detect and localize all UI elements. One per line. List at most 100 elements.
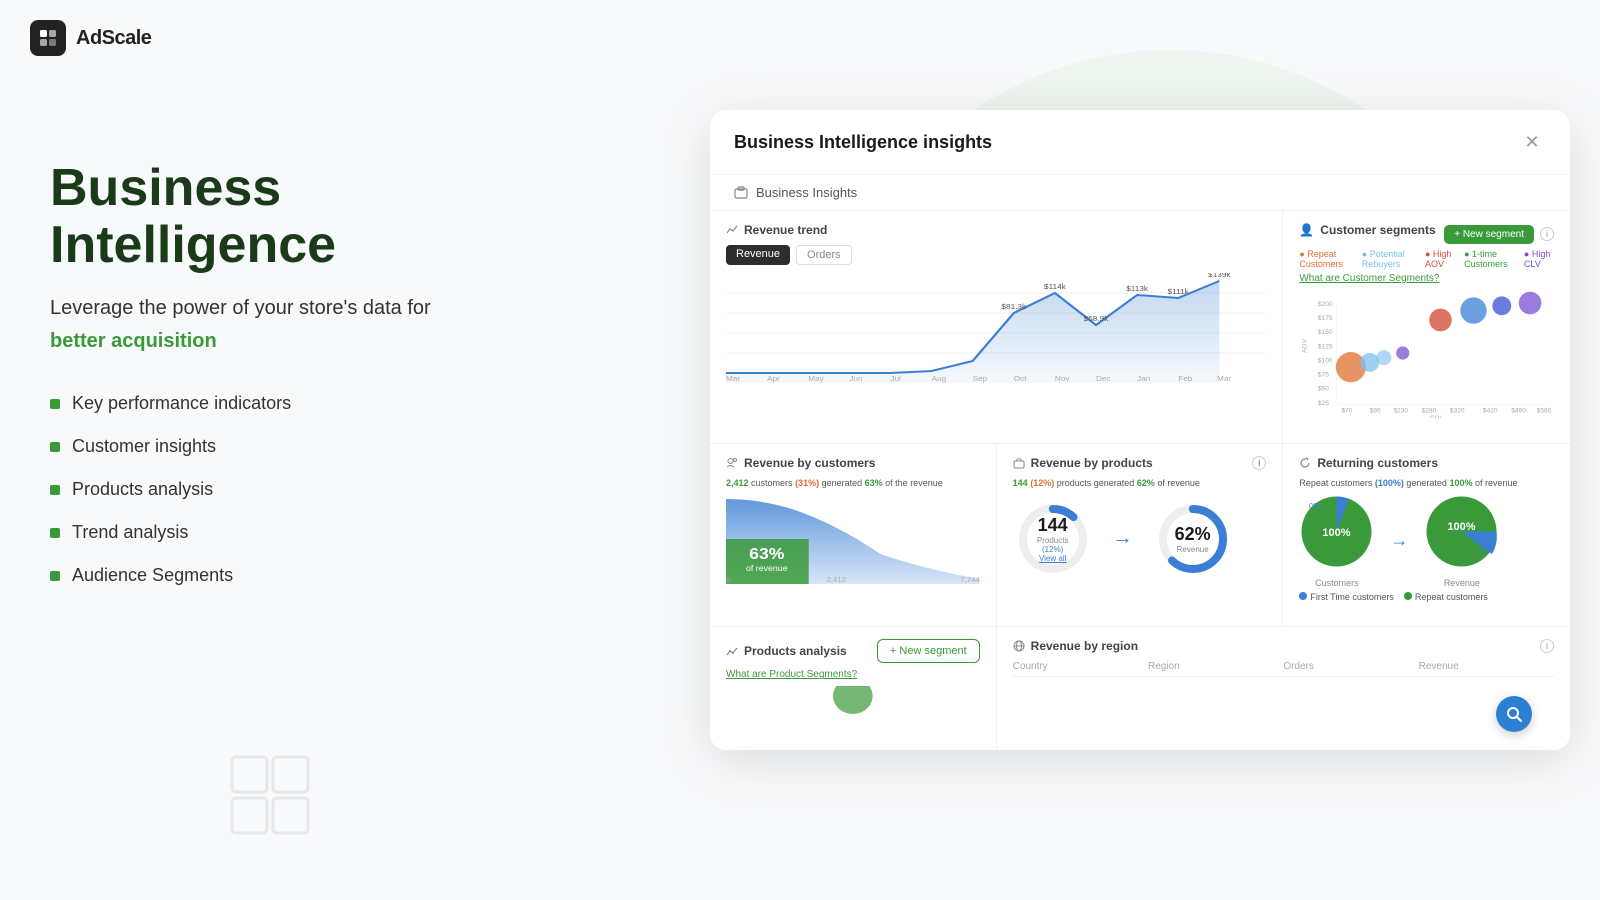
revenue-pie-chart: 100% 0% Revenue: [1424, 494, 1499, 588]
svg-text:$75: $75: [1318, 372, 1329, 379]
svg-text:$320: $320: [1450, 407, 1465, 414]
svg-text:Apr: Apr: [767, 375, 780, 383]
svg-text:Feb: Feb: [1178, 375, 1192, 383]
logo-icon: [30, 20, 66, 56]
bullet-icon: [50, 528, 60, 538]
segment-type-labels: ● Repeat Customers ● Potential Rebuyers …: [1299, 249, 1554, 269]
returning-stat: Repeat customers (100%) generated 100% o…: [1299, 478, 1554, 488]
revenue-chart-area: $81.3k $114k $68.9k $113k $111k $139k Ma…: [726, 273, 1266, 383]
bubble-highclv: [1519, 292, 1542, 315]
customers-stat: 2,412 customers (31%) generated 63% of t…: [726, 478, 980, 488]
info-icon[interactable]: i: [1540, 227, 1554, 241]
search-icon: [1506, 706, 1522, 722]
svg-text:$68.9k: $68.9k: [1084, 315, 1109, 323]
region-info-icon[interactable]: i: [1540, 639, 1554, 653]
first-time-dot: [1299, 592, 1307, 600]
svg-text:$280: $280: [1422, 407, 1437, 414]
svg-text:$560: $560: [1537, 407, 1552, 414]
products-segments-link[interactable]: What are Product Segments?: [726, 669, 980, 680]
svg-text:Mar: Mar: [1217, 375, 1232, 383]
products-donut-area: 144 Products (12%) View all →: [1013, 494, 1267, 584]
repeat-dot: [1404, 592, 1412, 600]
svg-text:100%: 100%: [1448, 521, 1476, 533]
svg-text:$490: $490: [1512, 407, 1527, 414]
bubble-blue: [1461, 297, 1487, 323]
products-analysis-title: Products analysis: [726, 644, 847, 658]
bubble-potential: [1361, 353, 1380, 372]
tab-orders[interactable]: Orders: [796, 245, 852, 265]
svg-text:100%: 100%: [1323, 527, 1351, 539]
decorative-grid-icon: [230, 755, 310, 840]
segment-label-1time: ● 1-time Customers: [1464, 249, 1516, 269]
customer-segments-section: 👤 Customer segments + New segment i ● Re…: [1283, 211, 1570, 444]
region-table-header: Country Region Orders Revenue: [1013, 661, 1554, 677]
subtitle: Leverage the power of your store's data …: [50, 294, 550, 322]
dashboard-card: Business Intelligence insights ✕ Busines…: [710, 110, 1570, 750]
products-pct-label: (12%): [1037, 545, 1069, 554]
list-item: Customer insights: [50, 436, 550, 457]
region-icon: [1013, 640, 1025, 652]
svg-text:$125: $125: [1318, 343, 1333, 350]
svg-text:CLV: CLV: [1430, 415, 1443, 418]
returning-charts-row: 100% 0% Customers → 100% 0% Reve: [1299, 494, 1554, 588]
svg-text:$81.3k: $81.3k: [1001, 303, 1026, 311]
customers-area-chart: 63% of revenue 0 2,412 7,744 Customers: [726, 494, 980, 584]
subtitle-green: better acquisition: [50, 330, 217, 352]
svg-text:Aug: Aug: [932, 375, 947, 383]
revenue-pct-big: 62%: [1175, 524, 1211, 545]
revenue-donut-label: Revenue: [1175, 545, 1211, 554]
search-fab-button[interactable]: [1496, 696, 1532, 732]
tab-revenue[interactable]: Revenue: [726, 245, 790, 265]
revenue-customers-title: Revenue by customers: [726, 456, 980, 470]
bubble-darkblue: [1493, 296, 1512, 315]
svg-text:$139k: $139k: [1208, 273, 1231, 279]
revenue-line-chart: $81.3k $114k $68.9k $113k $111k $139k Ma…: [726, 273, 1266, 383]
products-stat: 144 (12%) products generated 62% of reve…: [1013, 478, 1267, 488]
list-item: Products analysis: [50, 479, 550, 500]
svg-text:$111k: $111k: [1168, 288, 1189, 296]
revenue-donut: 62% Revenue: [1153, 499, 1233, 579]
products-count-donut: 144 Products (12%) View all: [1013, 499, 1093, 579]
svg-text:0: 0: [726, 575, 730, 584]
segment-label-aov: ● High AOV: [1425, 249, 1456, 269]
card-header: Business Intelligence insights ✕: [710, 110, 1570, 175]
svg-text:$100: $100: [1318, 357, 1333, 364]
dashboard-grid: Revenue trend Revenue Orders: [710, 211, 1570, 750]
bullet-icon: [50, 442, 60, 452]
customers-pie: 100% 0%: [1299, 494, 1374, 569]
left-panel: Business Intelligence Leverage the power…: [50, 160, 550, 608]
list-item: Key performance indicators: [50, 393, 550, 414]
view-all-link[interactable]: View all: [1037, 554, 1069, 563]
svg-text:Nov: Nov: [1055, 375, 1070, 383]
products-info-icon[interactable]: i: [1252, 456, 1266, 470]
breadcrumb-icon: [734, 186, 748, 200]
revenue-pie: 100% 0%: [1424, 494, 1499, 569]
customers-bar-chart: 63% of revenue 0 2,412 7,744 Customers: [726, 494, 980, 584]
brand-name: AdScale: [76, 27, 151, 50]
new-segment-button[interactable]: + New segment: [1444, 225, 1534, 244]
customer-segments-chart: $200 $175 $150 $125 $100 $75 $50 $25 AOV…: [1299, 288, 1554, 418]
revenue-customers-section: Revenue by customers 2,412 customers (31…: [710, 444, 997, 628]
svg-text:0%: 0%: [1309, 502, 1321, 511]
what-are-segments-link[interactable]: What are Customer Segments?: [1299, 273, 1554, 284]
bubble-high-aov: [1429, 309, 1452, 332]
customers-count: 2,412: [726, 478, 749, 488]
svg-text:7,744: 7,744: [960, 575, 979, 584]
products-mini-chart: [726, 686, 980, 736]
customers-pct: (31%): [795, 478, 819, 488]
bubble-repeat: [1336, 352, 1366, 382]
customers-icon: [726, 457, 738, 469]
segment-label-potential: ● Potential Rebuyers: [1362, 249, 1417, 269]
products-new-segment-btn[interactable]: + New segment: [877, 639, 980, 663]
bubble-chart: $200 $175 $150 $125 $100 $75 $50 $25 AOV…: [1299, 288, 1554, 418]
svg-text:$70: $70: [1342, 407, 1353, 414]
svg-text:$50: $50: [1318, 386, 1329, 393]
revenue-products-title: Revenue by products i: [1013, 456, 1267, 470]
revenue-products-section: Revenue by products i 144 (12%) products…: [997, 444, 1284, 628]
products-number: 144: [1037, 515, 1069, 536]
svg-text:$420: $420: [1483, 407, 1498, 414]
svg-text:$95: $95: [1370, 407, 1381, 414]
svg-text:$25: $25: [1318, 400, 1329, 407]
breadcrumb-bar: Business Insights: [710, 175, 1570, 211]
close-button[interactable]: ✕: [1518, 128, 1546, 156]
